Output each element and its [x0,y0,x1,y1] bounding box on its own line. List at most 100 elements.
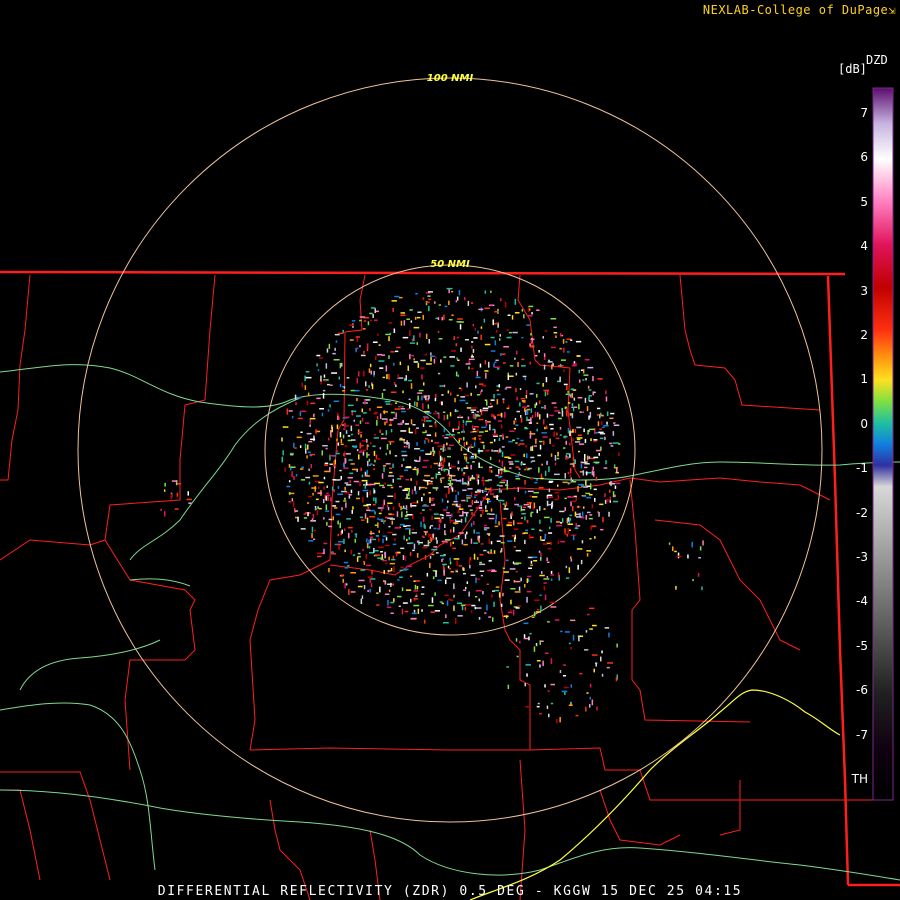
echo-pixel [564,691,566,695]
echo-pixel [365,389,369,391]
echo-pixel [468,358,475,361]
echo-pixel [404,517,409,520]
echo-pixel [531,496,538,498]
echo-pixel [393,328,396,333]
echo-pixel [570,413,572,416]
echo-pixel [446,600,449,606]
echo-pixel [433,413,438,415]
echo-pixel [326,492,329,495]
echo-pixel [430,465,432,469]
echo-pixel [526,596,528,603]
echo-pixel [567,402,571,404]
echo-pixel [530,456,535,459]
echo-pixel [570,481,577,483]
echo-pixel [479,563,486,566]
echo-pixel [365,481,368,486]
echo-pixel [416,553,419,558]
echo-pixel [360,434,362,438]
echo-pixel [437,471,441,474]
echo-pixel [345,502,347,508]
echo-pixel [328,518,333,521]
echo-pixel [486,400,488,406]
echo-pixel [439,401,442,404]
echo-pixel [388,424,393,426]
echo-pixel [379,586,381,593]
echo-pixel [484,510,488,512]
echo-pixel [374,308,376,313]
echo-pixel [506,336,512,339]
echo-pixel [382,538,384,544]
echo-pixel [392,533,397,536]
echo-pixel [549,438,551,444]
echo-pixel [608,511,610,517]
echo-pixel [441,467,443,471]
echo-pixel [420,593,425,595]
echo-pixel [499,535,505,537]
echo-pixel [430,525,434,527]
echo-pixel [348,532,350,539]
echo-pixel [513,520,515,526]
echo-pixel [489,304,493,306]
echo-pixel [465,394,469,397]
echo-pixel [427,404,430,409]
echo-pixel [406,318,410,320]
echo-pixel [556,524,562,527]
echo-pixel [341,574,344,576]
echo-pixel [609,496,611,499]
echo-pixel [459,532,464,534]
echo-pixel [605,390,607,395]
echo-pixel [584,454,586,459]
echo-pixel [403,320,406,326]
echo-pixel [536,309,540,311]
echo-pixel [587,385,590,389]
echo-pixel [384,400,391,403]
echo-pixel [374,319,378,321]
echo-pixel [304,443,307,449]
echo-pixel [524,516,526,521]
echo-pixel [423,459,429,462]
echo-pixel [521,365,526,367]
echo-pixel [418,389,424,392]
echo-pixel [586,406,589,412]
echo-pixel [589,538,592,540]
echo-pixel [413,609,416,613]
echo-pixel [524,377,527,381]
echo-pixel [414,448,420,450]
echo-pixel [389,450,391,455]
echo-pixel [399,361,402,366]
echo-pixel [537,454,541,457]
echo-pixel [408,442,410,449]
echo-pixel [463,543,468,546]
echo-pixel [574,511,577,517]
echo-pixel [531,616,535,618]
echo-pixel [559,376,561,382]
echo-pixel [313,413,315,418]
echo-pixel [434,442,439,444]
echo-pixel [384,516,389,519]
echo-pixel [311,526,314,533]
echo-pixel [472,425,474,430]
echo-pixel [593,440,597,443]
echo-pixel [565,341,568,343]
echo-pixel [495,586,500,588]
echo-pixel [570,556,572,559]
echo-pixel [309,424,311,427]
echo-pixel [572,457,575,461]
echo-pixel [526,324,530,326]
echo-pixel [364,483,367,489]
echo-pixel [393,417,397,420]
echo-pixel [514,497,516,501]
echo-pixel [394,455,398,457]
echo-pixel [306,455,308,459]
echo-pixel [360,569,366,571]
echo-pixel [350,591,356,593]
echo-pixel [566,351,570,353]
credit-text[interactable]: NEXLAB-College of DuPage⇲ [703,3,896,17]
echo-pixel [428,339,430,344]
echo-pixel [370,442,372,445]
echo-pixel [341,529,343,534]
echo-pixel [500,353,502,357]
echo-pixel [500,603,503,607]
echo-pixel [426,420,432,422]
echo-pixel [371,384,374,390]
